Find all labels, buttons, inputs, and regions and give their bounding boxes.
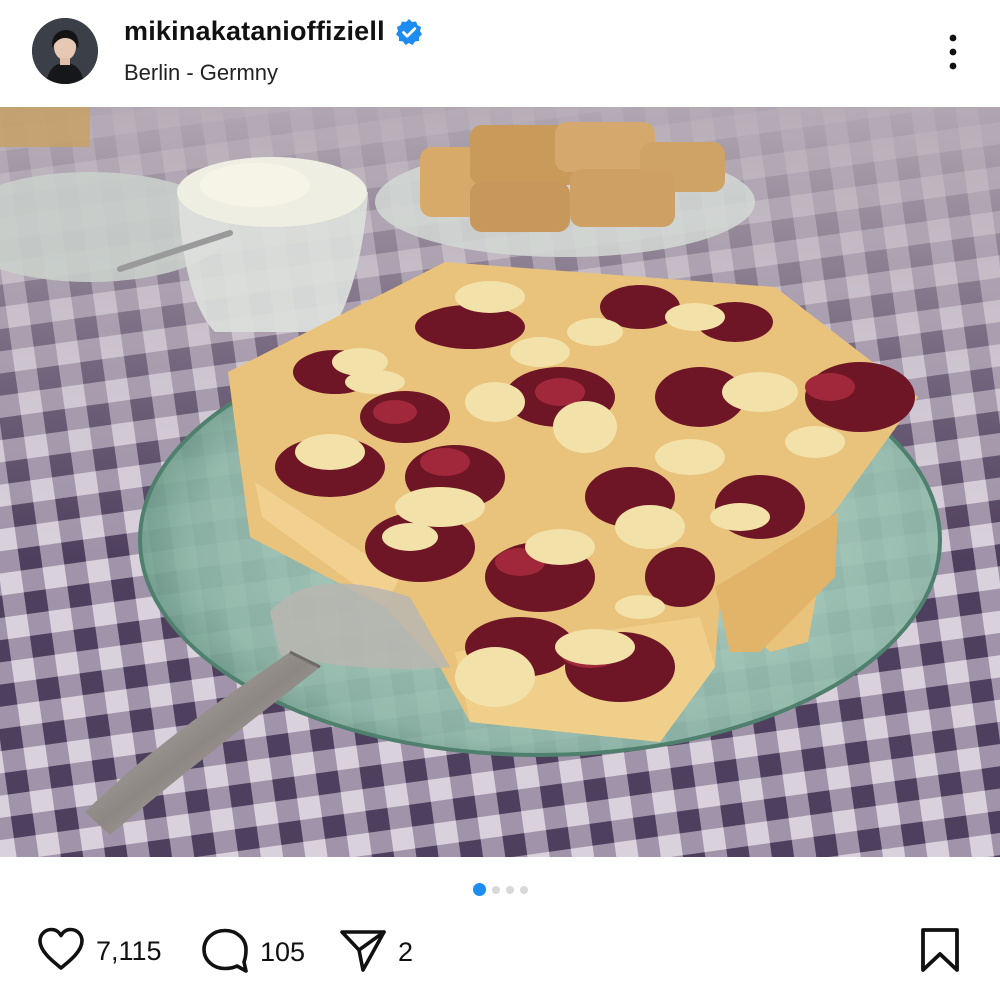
share-count[interactable]: 2 xyxy=(398,937,413,968)
more-vertical-icon[interactable] xyxy=(935,30,971,74)
like-count[interactable]: 7,115 xyxy=(96,936,162,967)
verified-badge-icon xyxy=(395,18,423,46)
avatar-image xyxy=(32,18,98,84)
post-actions: 7,115 105 2 xyxy=(0,918,1000,984)
username-row: mikinakatanioffiziell xyxy=(124,16,423,47)
carousel-indicator xyxy=(0,882,1000,898)
carousel-dot xyxy=(505,886,514,894)
post-image[interactable] xyxy=(0,107,1000,857)
comment-bubble-icon xyxy=(200,926,250,979)
username[interactable]: mikinakatanioffiziell xyxy=(124,16,385,47)
avatar[interactable] xyxy=(32,18,98,84)
comment-count[interactable]: 105 xyxy=(260,937,305,968)
share-button[interactable]: 2 xyxy=(338,926,413,979)
carousel-dot xyxy=(519,886,528,894)
heart-icon xyxy=(36,926,86,977)
location-link[interactable]: Berlin - Germny xyxy=(124,60,278,86)
carousel-dot-active xyxy=(472,883,486,896)
post-header: mikinakatanioffiziell Berlin - Germny xyxy=(0,0,1000,107)
like-button[interactable]: 7,115 xyxy=(36,926,162,977)
bookmark-icon[interactable] xyxy=(918,926,962,974)
post-photo xyxy=(0,107,1000,857)
paper-plane-icon xyxy=(338,926,388,979)
comment-button[interactable]: 105 xyxy=(200,926,305,979)
carousel-dot xyxy=(491,886,500,894)
